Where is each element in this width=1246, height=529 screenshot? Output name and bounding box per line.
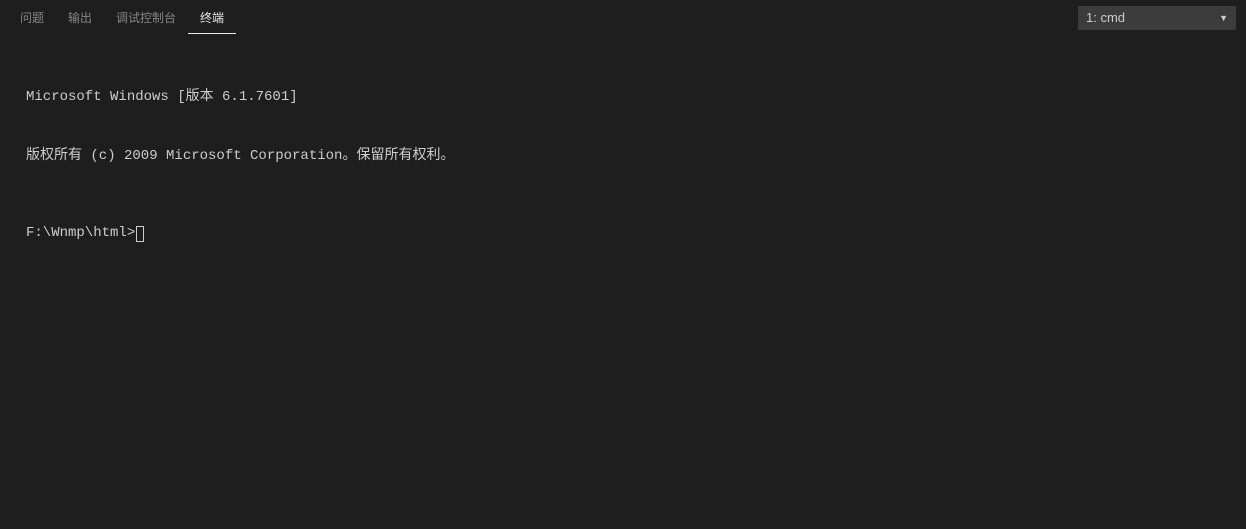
terminal-output[interactable]: Microsoft Windows [版本 6.1.7601] 版权所有 (c)… (0, 35, 1246, 277)
tab-problems[interactable]: 问题 (8, 1, 56, 34)
tab-debug-console[interactable]: 调试控制台 (104, 1, 188, 34)
chevron-down-icon: ▼ (1219, 13, 1228, 23)
terminal-selector-dropdown[interactable]: 1: cmd ▼ (1078, 6, 1236, 30)
terminal-prompt-line: F:\Wnmp\html> (26, 224, 1220, 244)
terminal-selector-label: 1: cmd (1086, 10, 1215, 25)
panel-header: 问题 输出 调试控制台 终端 1: cmd ▼ (0, 0, 1246, 35)
terminal-line: Microsoft Windows [版本 6.1.7601] (26, 88, 1220, 108)
tab-terminal[interactable]: 终端 (188, 1, 236, 34)
terminal-line: 版权所有 (c) 2009 Microsoft Corporation。保留所有… (26, 147, 1220, 167)
panel-tabs: 问题 输出 调试控制台 终端 (8, 1, 236, 34)
terminal-cursor (136, 226, 144, 242)
terminal-prompt: F:\Wnmp\html> (26, 224, 135, 244)
tab-output[interactable]: 输出 (56, 1, 104, 34)
